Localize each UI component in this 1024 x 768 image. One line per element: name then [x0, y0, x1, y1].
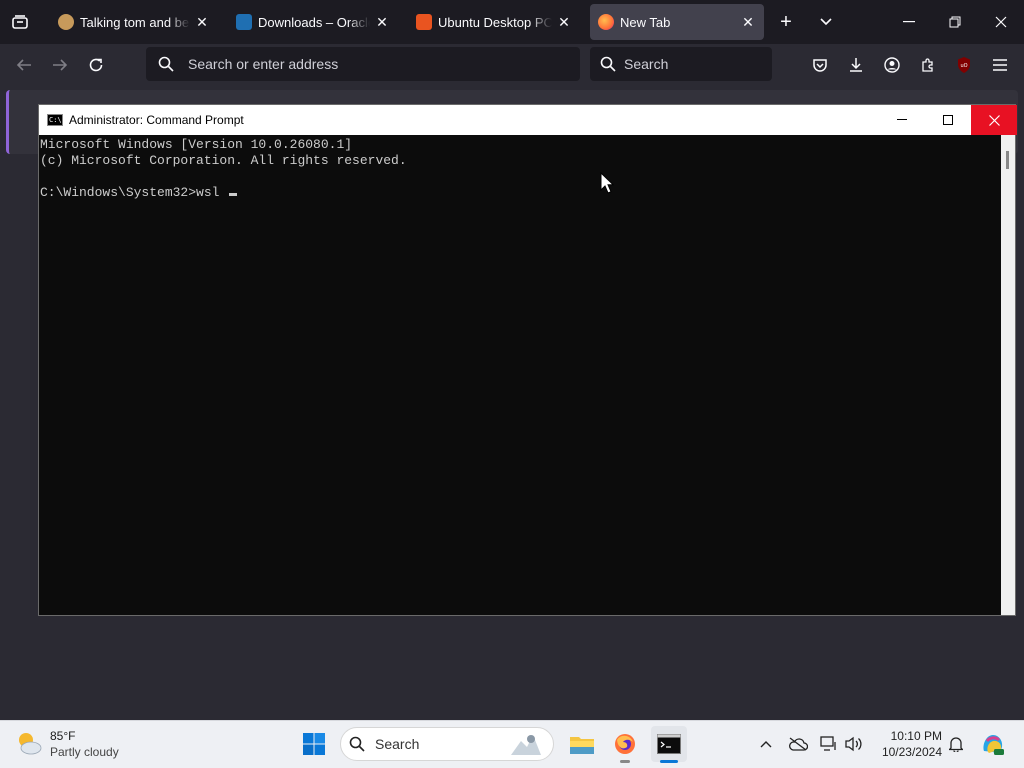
cmd-scrollbar[interactable] — [1001, 135, 1015, 615]
pocket-icon[interactable] — [808, 53, 832, 77]
hamburger-menu-icon[interactable] — [988, 53, 1012, 77]
start-button-windows-icon[interactable] — [296, 726, 332, 762]
command-prompt-window[interactable]: C:\ Administrator: Command Prompt Micros… — [38, 104, 1017, 616]
console-prompt: C:\Windows\System32>wsl — [40, 185, 228, 200]
account-icon[interactable] — [880, 53, 904, 77]
network-icon[interactable] — [819, 734, 839, 754]
search-icon — [600, 56, 616, 72]
cmd-maximize-button[interactable] — [925, 105, 971, 135]
taskbar-search-placeholder: Search — [375, 736, 420, 752]
firefox-running-indicator — [620, 760, 630, 763]
console-prompt-line: C:\Windows\System32>wsl — [40, 185, 999, 201]
tab-label: New Tab — [620, 14, 671, 30]
ublock-origin-icon[interactable]: uO — [952, 53, 976, 77]
window-close-icon[interactable] — [988, 10, 1014, 34]
firefox-taskbar-icon[interactable] — [607, 726, 643, 762]
new-tab-plus-icon[interactable]: + — [774, 10, 798, 34]
browser-tab-2[interactable]: Downloads – Oracle VirtualBox ✕ — [228, 4, 398, 40]
close-tab-icon[interactable]: ✕ — [556, 14, 572, 31]
console-line: Microsoft Windows [Version 10.0.26080.1] — [40, 137, 353, 152]
close-tab-icon[interactable]: ✕ — [740, 14, 756, 31]
taskbar-search-box[interactable]: Search — [340, 727, 554, 761]
tab-overview-icon[interactable] — [6, 10, 34, 34]
cmd-window-title: Administrator: Command Prompt — [69, 113, 244, 127]
close-tab-icon[interactable]: ✕ — [374, 14, 390, 31]
window-restore-icon[interactable] — [942, 10, 968, 34]
show-hidden-icons-chevron-icon[interactable] — [756, 734, 776, 754]
volume-icon[interactable] — [843, 734, 865, 754]
ubuntu-favicon-icon — [416, 14, 432, 30]
text-cursor — [229, 193, 238, 196]
cmd-minimize-button[interactable] — [879, 105, 925, 135]
console-line: (c) Microsoft Corporation. All rights re… — [40, 153, 407, 168]
copilot-icon[interactable] — [980, 731, 1006, 757]
cmd-active-indicator — [660, 760, 678, 763]
clock-date[interactable]: 10/23/2024 — [870, 745, 942, 759]
firefox-favicon-icon — [598, 14, 614, 30]
file-explorer-icon[interactable] — [564, 726, 600, 762]
talking-tom-favicon-icon — [58, 14, 74, 30]
cmd-console-output[interactable]: Microsoft Windows [Version 10.0.26080.1]… — [39, 135, 999, 615]
command-prompt-taskbar-icon[interactable] — [651, 726, 687, 762]
scrollbar-thumb[interactable] — [1006, 151, 1009, 169]
tab-label: Downloads – Oracle VirtualBox — [258, 14, 370, 30]
cmd-close-button[interactable] — [971, 105, 1017, 135]
browser-tab-1[interactable]: Talking tom and ben news ✕ — [50, 4, 218, 40]
weather-partly-cloudy-icon[interactable] — [14, 728, 44, 758]
virtualbox-favicon-icon — [236, 14, 252, 30]
weather-temperature[interactable]: 85°F — [50, 729, 75, 743]
window-minimize-icon[interactable] — [896, 10, 922, 34]
address-bar[interactable]: Search or enter address — [146, 47, 580, 81]
close-tab-icon[interactable]: ✕ — [194, 14, 210, 31]
onedrive-offline-icon[interactable] — [787, 734, 809, 754]
browser-tab-3[interactable]: Ubuntu Desktop PC operating system ✕ — [408, 4, 580, 40]
cmd-title-bar[interactable]: C:\ Administrator: Command Prompt — [39, 105, 1015, 135]
notification-bell-icon[interactable] — [946, 734, 966, 754]
list-all-tabs-chevron-icon[interactable] — [814, 10, 838, 34]
tab-label: Ubuntu Desktop PC operating system — [438, 14, 552, 30]
extensions-puzzle-icon[interactable] — [916, 53, 940, 77]
clock-time[interactable]: 10:10 PM — [878, 729, 942, 743]
reload-icon[interactable] — [84, 53, 108, 77]
svg-text:uO: uO — [960, 63, 967, 69]
search-icon — [158, 56, 174, 72]
search-placeholder: Search — [624, 56, 669, 72]
downloads-icon[interactable] — [844, 53, 868, 77]
forward-arrow-icon[interactable] — [48, 53, 72, 77]
weather-description[interactable]: Partly cloudy — [50, 745, 119, 759]
address-placeholder: Search or enter address — [188, 56, 339, 72]
back-arrow-icon[interactable] — [12, 53, 36, 77]
search-bar[interactable]: Search — [590, 47, 772, 81]
mouse-pointer-icon — [600, 171, 615, 194]
tab-label: Talking tom and ben news — [80, 14, 190, 30]
search-icon — [349, 736, 365, 752]
browser-tab-4[interactable]: New Tab ✕ — [590, 4, 764, 40]
command-prompt-icon: C:\ — [47, 114, 63, 126]
search-highlight-illustration-icon — [507, 731, 543, 757]
